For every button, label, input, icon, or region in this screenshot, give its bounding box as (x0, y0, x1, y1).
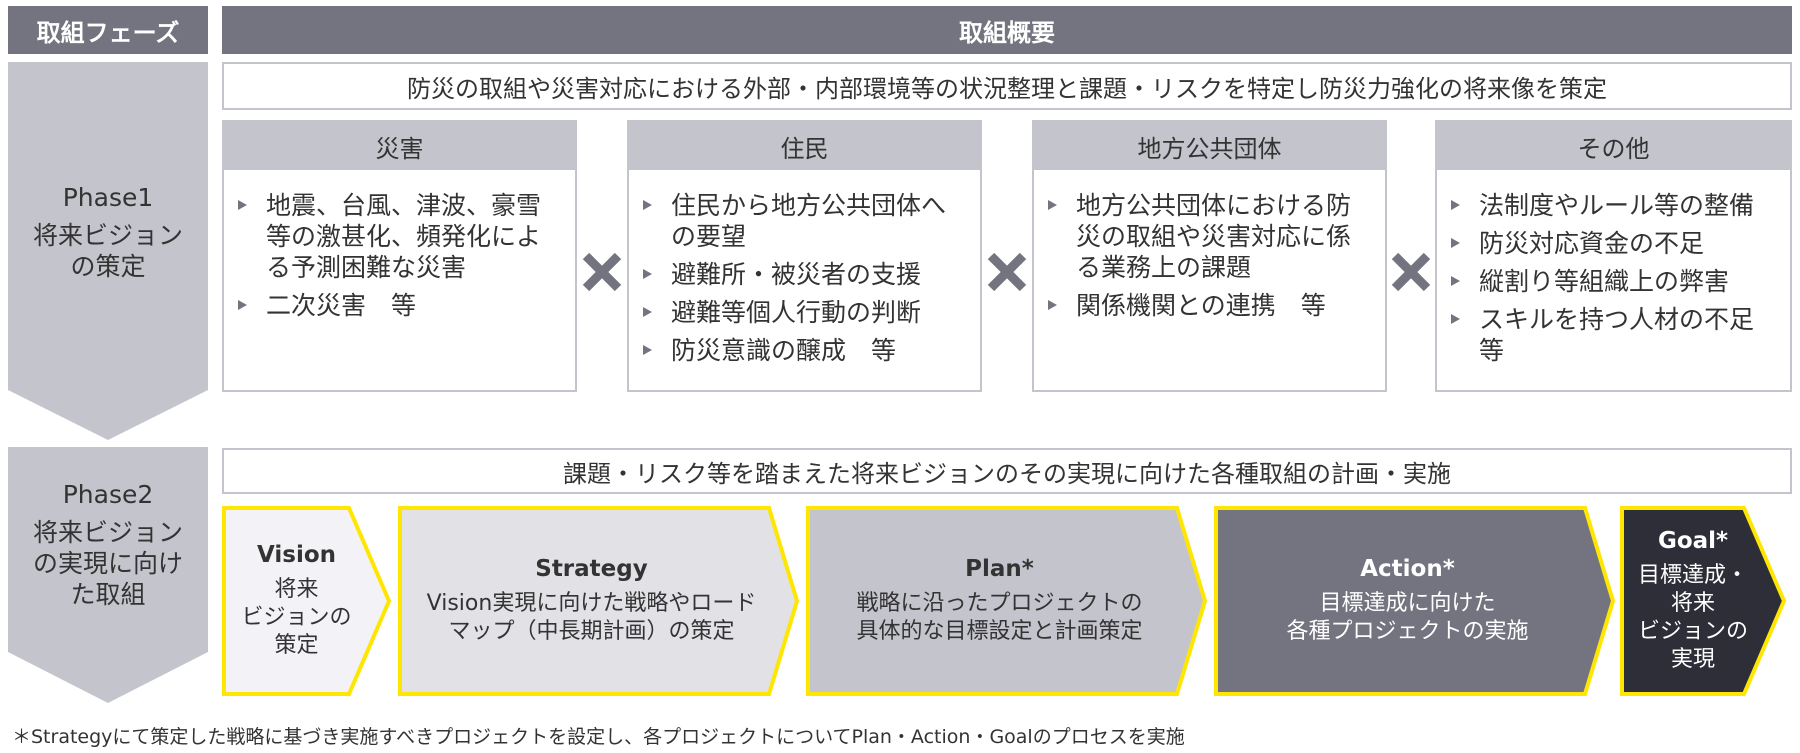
process-step-title: Plan* (965, 556, 1034, 582)
process-step: Action* 目標達成に向けた 各種プロジェクトの実施 (1220, 508, 1595, 694)
process-step: Vision 将来 ビジョンの 策定 (228, 508, 365, 694)
process-step-description: Vision実現に向けた戦略やロード マップ（中長期計画）の策定 (426, 591, 757, 644)
process-step-title: Vision (256, 542, 337, 568)
process-step-title: Strategy (535, 556, 648, 582)
process-step-description: 戦略に沿ったプロジェクトの 具体的な目標設定と計画策定 (856, 591, 1143, 644)
process-step: Goal* 目標達成・ 将来 ビジョンの 実現 (1626, 508, 1760, 694)
process-step-description: 将来 ビジョンの 策定 (241, 577, 352, 658)
footnote: ＊Strategyにて策定した戦略に基づき実施すべきプロジェクトを設定し、各プロ… (12, 726, 1185, 748)
process-step: Plan* 戦略に沿ったプロジェクトの 具体的な目標設定と計画策定 (812, 508, 1187, 694)
process-step-title: Action* (1360, 556, 1455, 582)
process-step-description: 目標達成・ 将来 ビジョンの 実現 (1637, 563, 1748, 672)
process-step-title: Goal* (1657, 528, 1729, 554)
process-step: Strategy Vision実現に向けた戦略やロード マップ（中長期計画）の策定 (404, 508, 779, 694)
process-step-description: 目標達成に向けた 各種プロジェクトの実施 (1286, 591, 1529, 644)
